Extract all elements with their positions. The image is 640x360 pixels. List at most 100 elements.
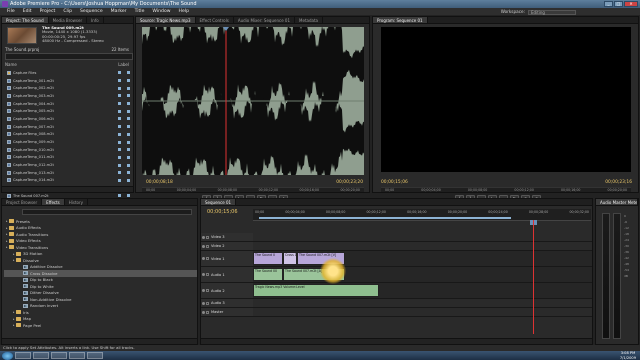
- track-lane[interactable]: [253, 299, 592, 307]
- label-swatch[interactable]: [118, 102, 121, 106]
- label-swatch[interactable]: [118, 132, 121, 136]
- taskbar-button[interactable]: [51, 352, 67, 359]
- label-swatch[interactable]: [118, 71, 121, 75]
- taskbar-button[interactable]: [15, 352, 31, 359]
- label-swatch[interactable]: [127, 194, 130, 198]
- tab-program[interactable]: Program: Sequence 01: [373, 17, 428, 23]
- label-swatch[interactable]: [127, 155, 130, 159]
- menu-clip[interactable]: Clip: [59, 8, 76, 15]
- playhead-line[interactable]: [533, 220, 534, 334]
- minimize-button[interactable]: _: [604, 1, 613, 7]
- maximize-button[interactable]: □: [614, 1, 623, 7]
- project-item[interactable]: CaptureTemp_008.m2t: [5, 131, 133, 139]
- project-item[interactable]: CaptureTemp_012.m2t: [5, 161, 133, 169]
- track-header[interactable]: Video 3: [201, 233, 253, 241]
- speaker-icon[interactable]: [202, 310, 205, 314]
- track-header[interactable]: Audio 3: [201, 299, 253, 307]
- taskbar-clock[interactable]: 3:08 PM 7/1/2009: [620, 351, 636, 360]
- track-lane[interactable]: [253, 308, 592, 316]
- label-swatch[interactable]: [118, 171, 121, 175]
- menu-sequence[interactable]: Sequence: [76, 8, 107, 15]
- label-swatch[interactable]: [127, 94, 130, 98]
- label-swatch[interactable]: [118, 86, 121, 90]
- effects-search-input[interactable]: [22, 209, 192, 215]
- track-lane[interactable]: Tragic News.mp3 Volume:Level: [253, 283, 592, 298]
- project-item[interactable]: CaptureTemp_011.m2t: [5, 154, 133, 162]
- tab-source[interactable]: Source: Tragic News.mp3: [136, 17, 196, 23]
- lock-icon[interactable]: [206, 257, 209, 260]
- project-item[interactable]: CaptureTemp_003.m2t: [5, 92, 133, 100]
- label-swatch[interactable]: [118, 79, 121, 83]
- project-item[interactable]: CaptureTemp_014.m2t: [5, 177, 133, 185]
- taskbar-button[interactable]: [69, 352, 85, 359]
- label-swatch[interactable]: [127, 71, 130, 75]
- lock-icon[interactable]: [206, 289, 209, 292]
- label-swatch[interactable]: [127, 132, 130, 136]
- tab-audio-mixer[interactable]: Audio Mixer: Sequence 01: [234, 17, 296, 23]
- column-label-header[interactable]: Label: [118, 62, 129, 67]
- tab-info[interactable]: Info: [87, 17, 104, 23]
- label-swatch[interactable]: [118, 178, 121, 182]
- menu-file[interactable]: File: [3, 8, 19, 15]
- menu-project[interactable]: Project: [36, 8, 60, 15]
- track-header[interactable]: Master: [201, 308, 253, 316]
- label-swatch[interactable]: [127, 109, 130, 113]
- label-swatch[interactable]: [118, 194, 121, 198]
- eye-icon[interactable]: [202, 257, 205, 260]
- timeline-timecode[interactable]: 00;00;15;06: [207, 209, 238, 215]
- label-swatch[interactable]: [127, 148, 130, 152]
- label-swatch[interactable]: [127, 86, 130, 90]
- program-time-ruler[interactable]: 00;00 00;00;04;00 00;00;08;00 00;00;12;0…: [381, 187, 631, 192]
- label-swatch[interactable]: [127, 140, 130, 144]
- program-current-time[interactable]: 00;00;15;06: [381, 180, 408, 185]
- label-swatch[interactable]: [118, 125, 121, 129]
- label-swatch[interactable]: [127, 178, 130, 182]
- video-clip[interactable]: The Sound 0: [253, 252, 283, 265]
- label-swatch[interactable]: [127, 171, 130, 175]
- lock-icon[interactable]: [206, 235, 209, 239]
- timeline-scrollbar[interactable]: [201, 338, 592, 344]
- timeline-ruler[interactable]: 00;00 00;00;04;00 00;00;08;00 00;00;12;0…: [253, 209, 591, 221]
- project-item[interactable]: Capture Files: [5, 69, 133, 77]
- clip-thumbnail[interactable]: [7, 27, 37, 44]
- tab-media-browser[interactable]: Media Browser: [49, 17, 88, 23]
- audio-clip[interactable]: The Sound 00: [253, 268, 283, 281]
- taskbar-button[interactable]: [87, 352, 103, 359]
- eye-icon[interactable]: [202, 244, 205, 248]
- workspace-dropdown[interactable]: Editing: [528, 9, 576, 15]
- lock-icon[interactable]: [206, 301, 209, 305]
- tab-project[interactable]: Project: The Sound: [2, 17, 49, 23]
- workspace-selector[interactable]: Workspace: Editing: [501, 8, 576, 15]
- project-item[interactable]: CaptureTemp_005.m2t: [5, 107, 133, 115]
- label-swatch[interactable]: [118, 109, 121, 113]
- track-lane[interactable]: [253, 242, 592, 250]
- label-swatch[interactable]: [118, 117, 121, 121]
- label-swatch[interactable]: [118, 155, 121, 159]
- lock-icon[interactable]: [206, 310, 209, 314]
- menu-marker[interactable]: Marker: [107, 8, 131, 15]
- tab-metadata[interactable]: Metadata: [295, 17, 323, 23]
- track-lane[interactable]: The Sound 00 The Sound 007.m2t [A]: [253, 267, 592, 282]
- tab-audio-master-meters[interactable]: Audio Master Meters: [596, 199, 638, 205]
- audio-clip[interactable]: Tragic News.mp3 Volume:Level: [253, 284, 379, 297]
- project-item[interactable]: CaptureTemp_006.m2t: [5, 115, 133, 123]
- work-area-bar[interactable]: [259, 217, 511, 219]
- track-header[interactable]: Video 1: [201, 251, 253, 266]
- effects-folder[interactable]: ▸ Page Peel: [4, 322, 197, 329]
- label-swatch[interactable]: [127, 79, 130, 83]
- project-item[interactable]: CaptureTemp_009.m2t: [5, 138, 133, 146]
- label-swatch[interactable]: [127, 163, 130, 167]
- tab-effects[interactable]: Effects: [42, 199, 65, 205]
- project-search-input[interactable]: [5, 53, 133, 60]
- column-name-header[interactable]: Name: [5, 62, 17, 67]
- tab-project-browser[interactable]: Project Browser: [2, 199, 43, 205]
- tab-effect-controls[interactable]: Effect Controls: [196, 17, 234, 23]
- label-swatch[interactable]: [127, 125, 130, 129]
- program-viewer[interactable]: [381, 27, 631, 172]
- tab-history[interactable]: History: [65, 199, 89, 205]
- menu-edit[interactable]: Edit: [19, 8, 36, 15]
- project-item[interactable]: CaptureTemp_010.m2t: [5, 146, 133, 154]
- taskbar-button[interactable]: [33, 352, 49, 359]
- lock-icon[interactable]: [206, 244, 209, 248]
- project-item[interactable]: CaptureTemp_001.m2t: [5, 77, 133, 85]
